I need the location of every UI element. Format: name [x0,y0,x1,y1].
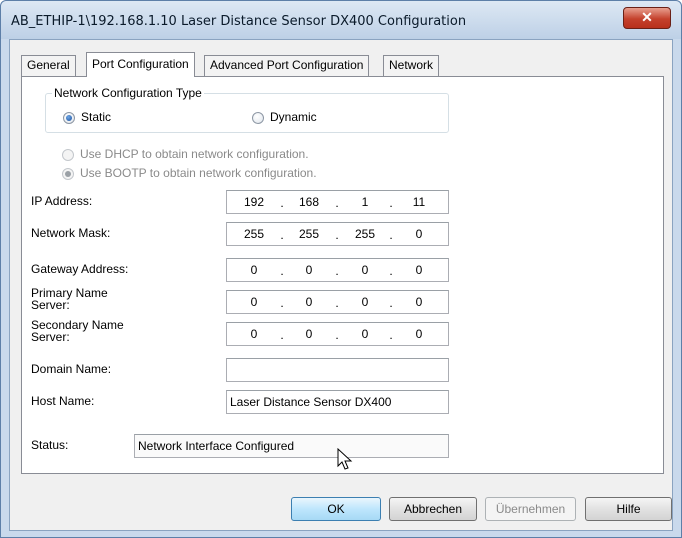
title-bar[interactable]: AB_ETHIP-1\192.168.1.10 Laser Distance S… [1,1,681,39]
dynamic-label[interactable]: Dynamic [270,110,317,124]
mask-dot: . [280,228,284,242]
dynamic-radio[interactable] [252,112,264,124]
ip-address-field[interactable]: 192 . 168 . 1 . 11 [226,190,449,214]
window-title: AB_ETHIP-1\192.168.1.10 Laser Distance S… [11,14,467,29]
secondary-octet-3[interactable]: 0 [345,327,385,341]
bootp-label: Use BOOTP to obtain network configuratio… [80,166,317,180]
host-name-label: Host Name: [31,394,95,408]
host-name-input[interactable]: Laser Distance Sensor DX400 [226,390,449,414]
gateway-octet-4[interactable]: 0 [399,263,439,277]
ip-octet-4[interactable]: 11 [399,195,439,209]
primary-dot: . [389,296,393,310]
secondary-octet-1[interactable]: 0 [234,327,274,341]
primary-name-server-label: Primary Name Server: [31,287,108,311]
port-configuration-panel: Network Configuration Type Static Dynami… [21,76,664,474]
ok-button[interactable]: OK [291,497,381,521]
ip-octet-2[interactable]: 168 [289,195,329,209]
gateway-octet-1[interactable]: 0 [234,263,274,277]
status-value: Network Interface Configured [138,439,295,453]
primary-dot: . [335,296,339,310]
primary-octet-4[interactable]: 0 [399,295,439,309]
tab-general[interactable]: General [21,55,76,76]
host-name-value: Laser Distance Sensor DX400 [230,395,392,409]
static-label[interactable]: Static [81,110,111,124]
mask-octet-2[interactable]: 255 [289,227,329,241]
ip-address-label: IP Address: [31,194,93,208]
secondary-dot: . [280,328,284,342]
close-icon: ✕ [641,9,653,25]
static-radio[interactable] [63,112,75,124]
secondary-octet-2[interactable]: 0 [289,327,329,341]
ip-dot: . [335,196,339,210]
tab-network[interactable]: Network [383,55,440,76]
secondary-dot: . [389,328,393,342]
help-button[interactable]: Hilfe [585,497,672,521]
primary-octet-3[interactable]: 0 [345,295,385,309]
apply-button[interactable]: Übernehmen [485,497,576,521]
secondary-name-server-field[interactable]: 0 . 0 . 0 . 0 [226,322,449,346]
gateway-address-field[interactable]: 0 . 0 . 0 . 0 [226,258,449,282]
status-field: Network Interface Configured [134,434,449,458]
ip-octet-1[interactable]: 192 [234,195,274,209]
status-label: Status: [31,438,69,452]
secondary-octet-4[interactable]: 0 [399,327,439,341]
mask-octet-1[interactable]: 255 [234,227,274,241]
network-mask-field[interactable]: 255 . 255 . 255 . 0 [226,222,449,246]
gateway-octet-2[interactable]: 0 [289,263,329,277]
dialog-window: AB_ETHIP-1\192.168.1.10 Laser Distance S… [0,0,682,538]
primary-name-server-field[interactable]: 0 . 0 . 0 . 0 [226,290,449,314]
gateway-dot: . [389,264,393,278]
ip-dot: . [389,196,393,210]
gateway-dot: . [335,264,339,278]
mask-octet-3[interactable]: 255 [345,227,385,241]
tab-port-configuration[interactable]: Port Configuration [86,52,195,77]
primary-octet-1[interactable]: 0 [234,295,274,309]
cancel-button[interactable]: Abbrechen [389,497,477,521]
mask-octet-4[interactable]: 0 [399,227,439,241]
primary-octet-2[interactable]: 0 [289,295,329,309]
gateway-octet-3[interactable]: 0 [345,263,385,277]
tab-advanced-port-configuration[interactable]: Advanced Port Configuration [204,55,370,76]
group-legend: Network Configuration Type [52,86,204,100]
secondary-dot: . [335,328,339,342]
domain-name-label: Domain Name: [31,362,112,376]
mouse-pointer-icon [337,448,353,470]
secondary-label-line2: Server: [31,330,70,344]
gateway-address-label: Gateway Address: [31,262,129,276]
mask-dot: . [389,228,393,242]
network-configuration-type-group: Network Configuration Type Static Dynami… [45,86,449,133]
secondary-name-server-label: Secondary Name Server: [31,319,124,343]
ip-octet-3[interactable]: 1 [345,195,385,209]
bootp-radio[interactable] [62,168,74,180]
dhcp-radio[interactable] [62,149,74,161]
mask-dot: . [335,228,339,242]
close-button[interactable]: ✕ [623,7,671,29]
primary-dot: . [280,296,284,310]
primary-label-line2: Server: [31,298,70,312]
domain-name-input[interactable] [226,358,449,382]
ip-dot: . [280,196,284,210]
dhcp-label: Use DHCP to obtain network configuration… [80,147,309,161]
gateway-dot: . [280,264,284,278]
network-mask-label: Network Mask: [31,226,111,240]
